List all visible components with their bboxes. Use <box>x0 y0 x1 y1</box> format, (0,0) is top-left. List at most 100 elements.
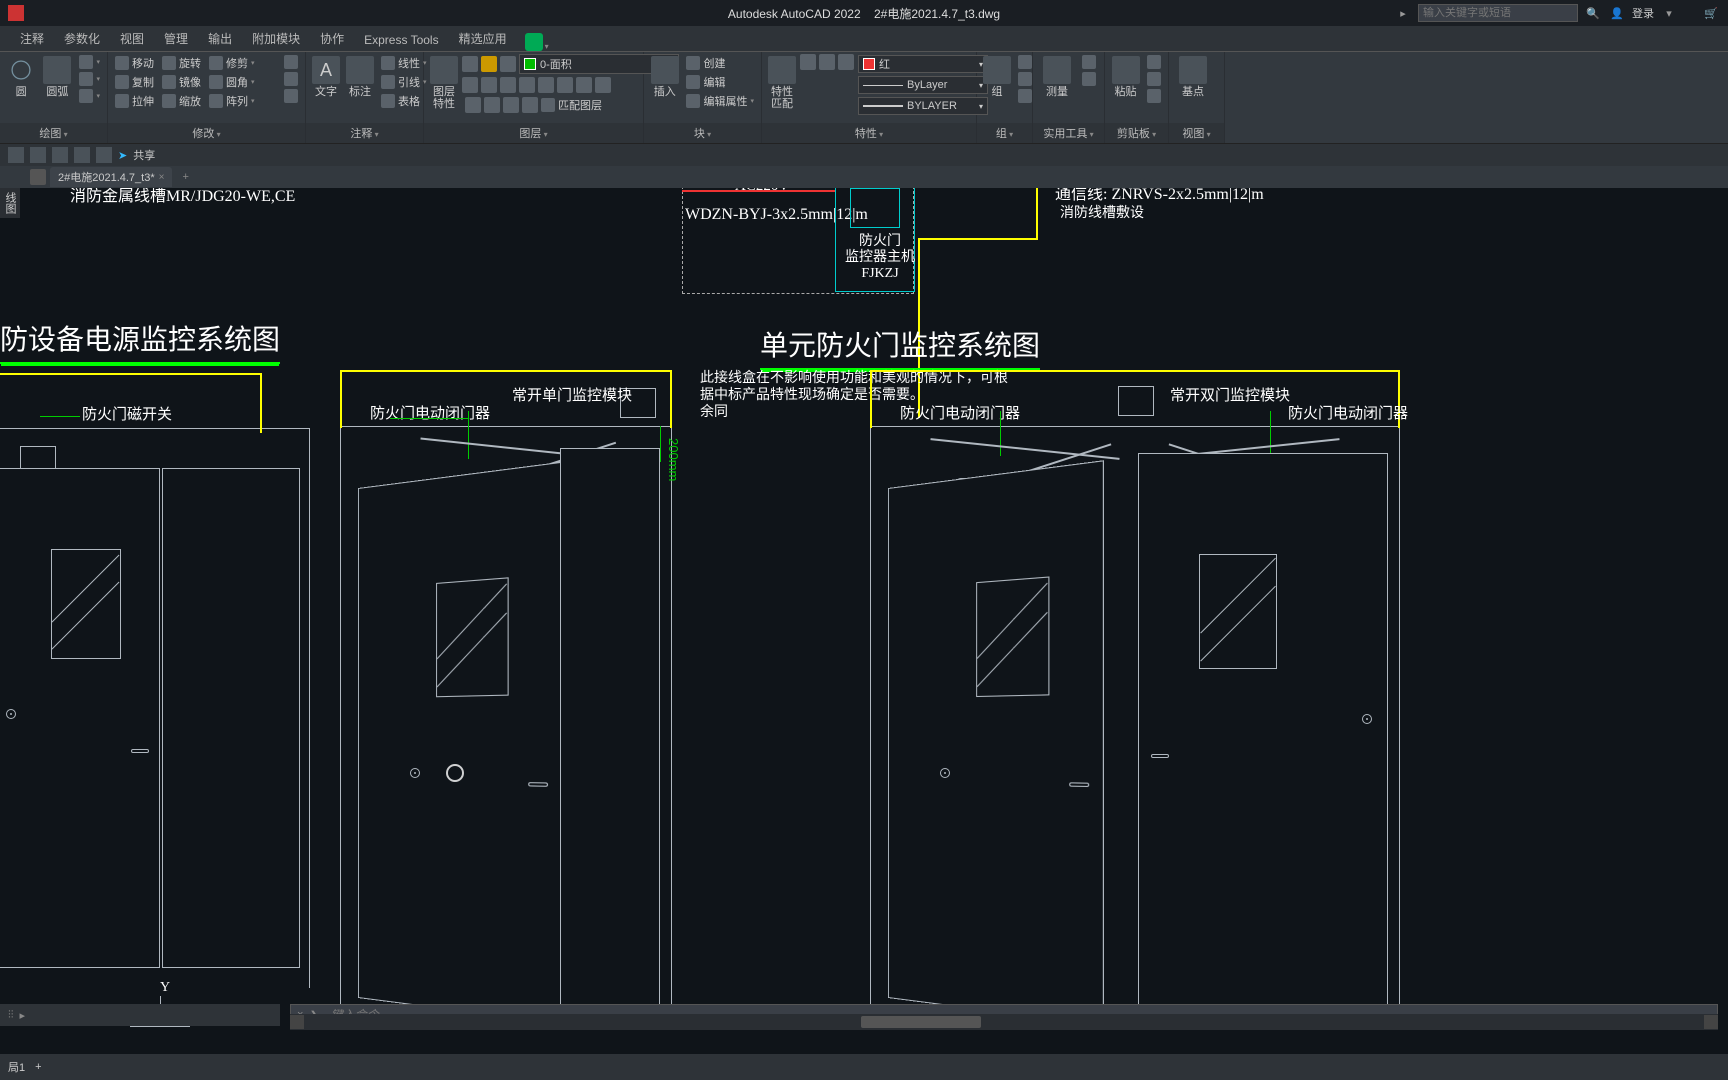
measure-button[interactable]: 测量 <box>1037 54 1077 100</box>
dropdown-icon[interactable]: ▾ <box>1660 4 1678 22</box>
circle-button[interactable]: 圆 <box>4 54 38 100</box>
leader-button[interactable]: 引线▾ <box>378 73 430 91</box>
start-tab[interactable] <box>30 169 46 185</box>
side-label[interactable]: 线图 <box>0 188 20 218</box>
panel-draw-title[interactable]: 绘图 <box>0 123 107 143</box>
layout-nav-icon[interactable]: ▸ <box>20 1009 26 1022</box>
tab-addins[interactable]: 附加模块 <box>242 26 310 51</box>
group-button[interactable]: 组 <box>981 54 1013 100</box>
copy-button[interactable]: 复制 <box>112 73 157 91</box>
info-icon[interactable]: ▸ <box>1394 4 1412 22</box>
qat-new-icon[interactable] <box>8 147 24 163</box>
search-input[interactable] <box>1418 4 1578 22</box>
qat-undo-icon[interactable] <box>74 147 90 163</box>
scale-button[interactable]: 缩放 <box>159 92 204 110</box>
panel-props-title[interactable]: 特性 <box>762 123 976 143</box>
pic3[interactable] <box>838 54 854 70</box>
text-button[interactable]: A文字 <box>310 54 342 100</box>
tab-output[interactable]: 输出 <box>198 26 242 51</box>
linear-button[interactable]: 线性▾ <box>378 54 430 72</box>
color-dropdown[interactable]: 红▾ <box>858 55 988 73</box>
uic1[interactable] <box>1079 54 1099 70</box>
tab-annotate[interactable]: 注释 <box>10 26 54 51</box>
close-tab-icon[interactable]: × <box>159 172 165 183</box>
panel-layer-title[interactable]: 图层 <box>424 123 643 143</box>
extra2-button[interactable] <box>281 71 301 87</box>
create-block-button[interactable]: 创建 <box>683 54 757 72</box>
qat-save-icon[interactable] <box>52 147 68 163</box>
doc-tab[interactable]: 2#电施2021.4.7_t3*× <box>50 167 172 187</box>
lic5[interactable] <box>538 77 554 93</box>
fillet-button[interactable]: 圆角▾ <box>206 73 258 91</box>
gic2[interactable] <box>1015 71 1035 87</box>
panel-clip-title[interactable]: 剪贴板 <box>1105 123 1168 143</box>
layerprops-button[interactable]: 图层 特性 <box>428 54 460 112</box>
insert-button[interactable]: 插入 <box>648 54 681 100</box>
layericon2[interactable] <box>481 56 497 72</box>
pic1[interactable] <box>800 54 816 70</box>
layout-tab-1[interactable]: 局1 <box>8 1059 25 1075</box>
lineweight-dropdown[interactable]: BYLAYER▾ <box>858 97 988 115</box>
new-tab-button[interactable]: + <box>176 171 194 183</box>
edit-block-button[interactable]: 编辑 <box>683 73 757 91</box>
rotate-button[interactable]: 旋转 <box>159 54 204 72</box>
pic2[interactable] <box>819 54 835 70</box>
dim-button[interactable]: 标注 <box>344 54 376 100</box>
lic2[interactable] <box>481 77 497 93</box>
login-link[interactable]: 登录 <box>1632 5 1654 21</box>
user-icon[interactable]: 👤 <box>1608 4 1626 22</box>
scroll-thumb[interactable] <box>861 1016 981 1028</box>
lic7[interactable] <box>576 77 592 93</box>
move-button[interactable]: 移动 <box>112 54 157 72</box>
lic4[interactable] <box>519 77 535 93</box>
extra1-button[interactable] <box>281 54 301 70</box>
layout-add-button[interactable]: + <box>35 1061 41 1073</box>
share-button[interactable]: 共享 <box>133 147 155 163</box>
polyline-button[interactable]: ▾ <box>76 54 103 70</box>
trim-button[interactable]: 修剪▾ <box>206 54 258 72</box>
cic1[interactable] <box>1144 54 1164 70</box>
cic2[interactable] <box>1144 71 1164 87</box>
paste-button[interactable]: 粘贴 <box>1109 54 1142 100</box>
tab-view[interactable]: 视图 <box>110 26 154 51</box>
gic3[interactable] <box>1015 88 1035 104</box>
edit-attr-button[interactable]: 编辑属性▾ <box>683 92 757 110</box>
tabs-dropdown-icon[interactable]: ▾ <box>545 42 549 51</box>
lic3[interactable] <box>500 77 516 93</box>
tab-parametric[interactable]: 参数化 <box>54 26 110 51</box>
basepoint-button[interactable]: 基点 <box>1173 54 1213 100</box>
tab-collab[interactable]: 协作 <box>310 26 354 51</box>
qat-redo-icon[interactable] <box>96 147 112 163</box>
uic2[interactable] <box>1079 71 1099 87</box>
panel-view-title[interactable]: 视图 <box>1169 123 1224 143</box>
panel-util-title[interactable]: 实用工具 <box>1033 123 1104 143</box>
extra3-button[interactable] <box>281 88 301 104</box>
cart-icon[interactable]: 🛒 <box>1702 4 1720 22</box>
panel-modify-title[interactable]: 修改 <box>108 123 305 143</box>
scroll-right-icon[interactable] <box>1704 1015 1718 1029</box>
scroll-left-icon[interactable] <box>290 1015 304 1029</box>
horizontal-scrollbar[interactable] <box>290 1014 1718 1030</box>
mirror-button[interactable]: 镜像 <box>159 73 204 91</box>
lic1[interactable] <box>462 77 478 93</box>
arc-button[interactable]: 圆弧 <box>40 54 74 100</box>
lic6[interactable] <box>557 77 573 93</box>
trusted-icon[interactable] <box>525 33 543 51</box>
gic1[interactable] <box>1015 54 1035 70</box>
qat-send-icon[interactable]: ➤ <box>118 149 127 162</box>
cic3[interactable] <box>1144 88 1164 104</box>
panel-group-title[interactable]: 组 <box>977 123 1032 143</box>
hatch-button[interactable]: ▾ <box>76 88 103 104</box>
tab-featured[interactable]: 精选应用 <box>449 26 517 51</box>
panel-annot-title[interactable]: 注释 <box>306 123 423 143</box>
panel-block-title[interactable]: 块 <box>644 123 761 143</box>
stretch-button[interactable]: 拉伸 <box>112 92 157 110</box>
search-icon[interactable]: 🔍 <box>1584 4 1602 22</box>
layericon3[interactable] <box>500 56 516 72</box>
rectangle-button[interactable]: ▾ <box>76 71 103 87</box>
array-button[interactable]: 阵列▾ <box>206 92 258 110</box>
matchprop-button[interactable]: 特性 匹配 <box>766 54 798 112</box>
tab-manage[interactable]: 管理 <box>154 26 198 51</box>
drawing-canvas[interactable]: 线图 消防金属线槽MR/JDG20-WE,CE AC220V WDZN-BYJ-… <box>0 188 1728 1054</box>
layericon1[interactable] <box>462 56 478 72</box>
